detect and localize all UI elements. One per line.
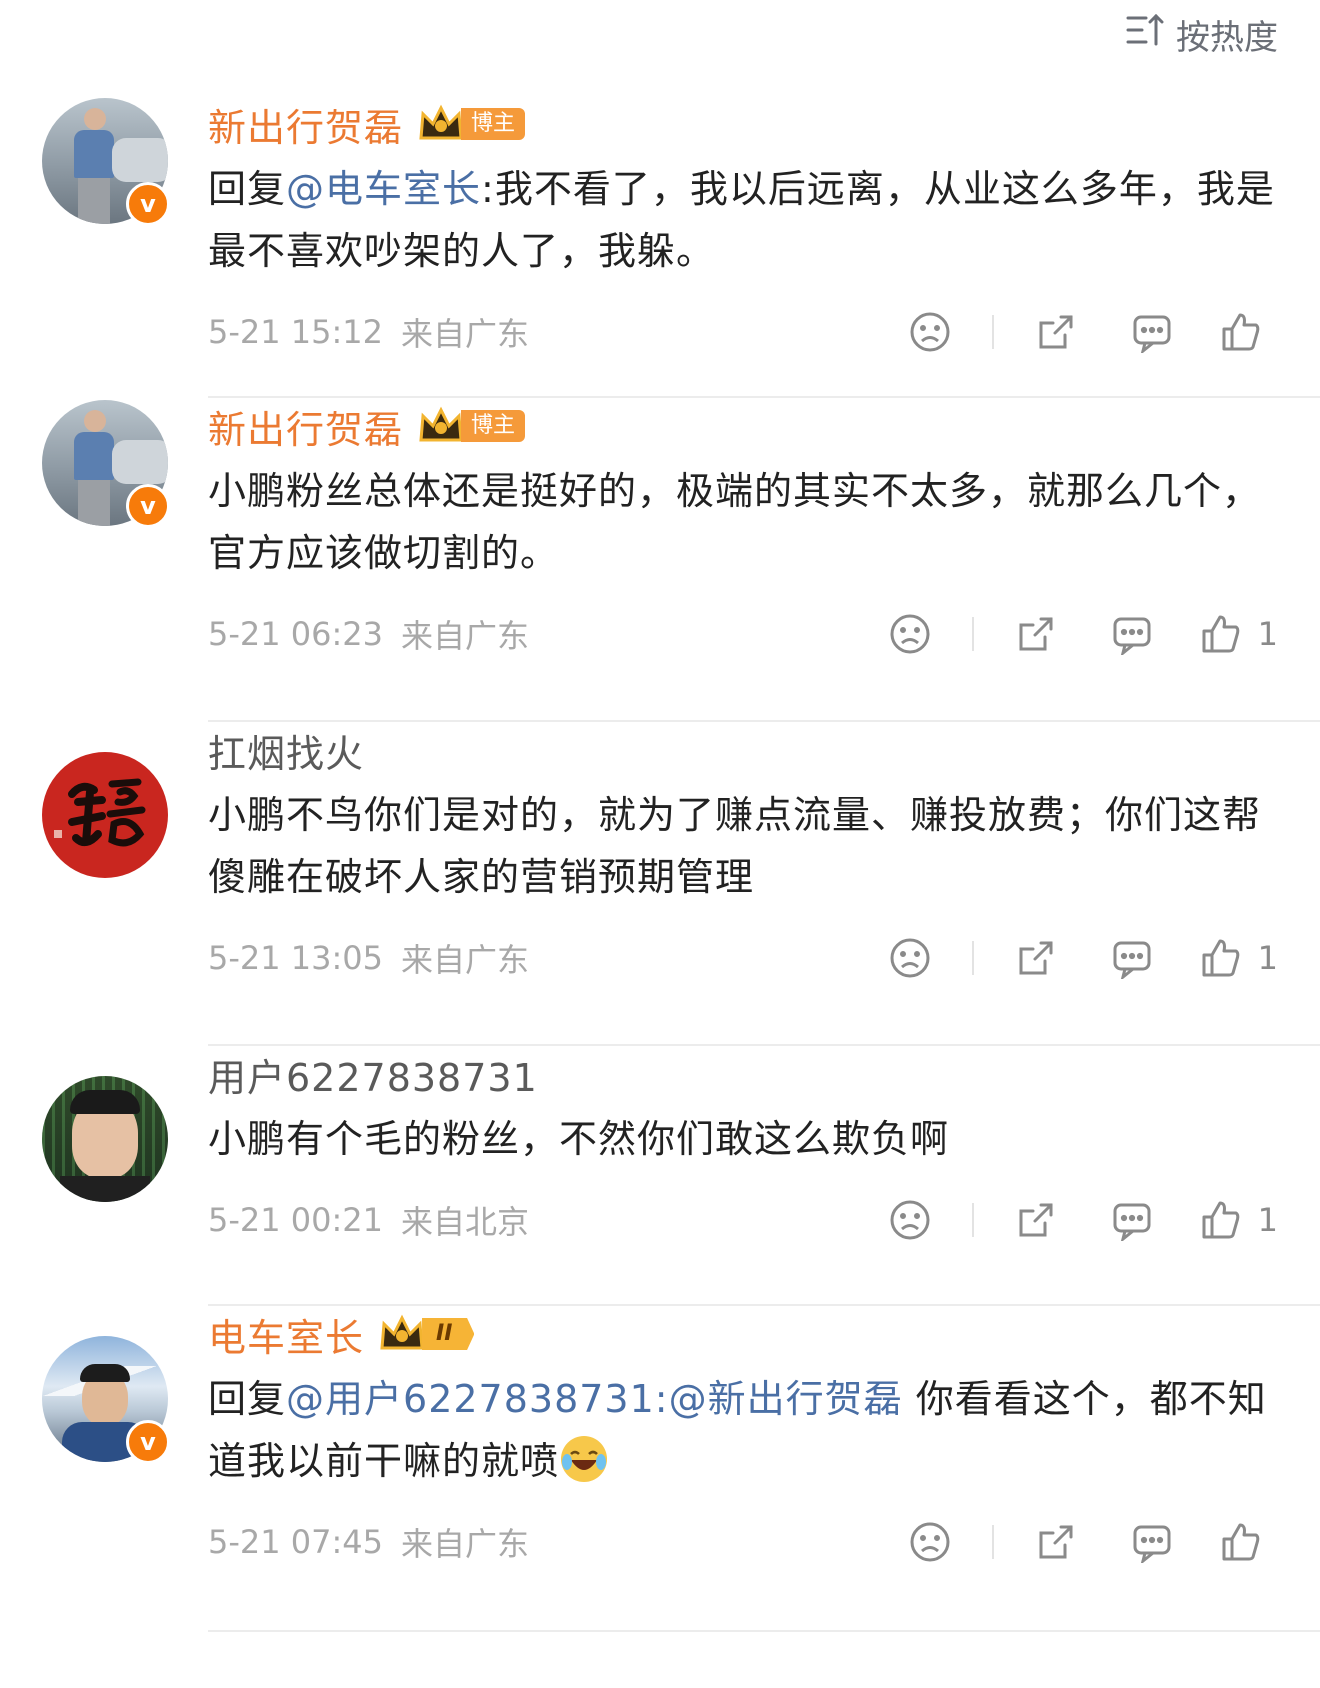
reply-icon[interactable] [1104, 928, 1160, 988]
dislike-icon[interactable] [902, 1512, 958, 1572]
comment-location: 来自广东 [401, 941, 530, 979]
reply-icon[interactable] [1124, 302, 1180, 362]
comment-location: 来自广东 [401, 1525, 530, 1563]
thumbs-up-icon [1202, 1201, 1239, 1239]
comment-location: 来自北京 [401, 1203, 530, 1241]
share-icon[interactable] [1028, 1512, 1084, 1572]
reply-icon[interactable] [1104, 1190, 1160, 1250]
thumbs-up-icon [1202, 615, 1239, 653]
comment-location: 来自广东 [401, 315, 530, 353]
mention-link[interactable]: @电车室长 [286, 167, 481, 211]
sort-label: 按热度 [1176, 17, 1278, 58]
mention-link[interactable]: @用户6227838731 [286, 1377, 655, 1421]
like-button[interactable]: 1 [1200, 604, 1278, 664]
comment-time: 5-21 07:45 [208, 1523, 384, 1561]
like-button[interactable] [1220, 302, 1278, 362]
dislike-icon[interactable] [902, 302, 958, 362]
crown-icon [380, 1314, 424, 1350]
sort-icon [1126, 12, 1164, 57]
reply-icon[interactable] [1124, 1512, 1180, 1572]
divider [971, 617, 974, 651]
username[interactable]: 新出行贺磊 [208, 399, 403, 454]
reply-icon[interactable] [1104, 604, 1160, 664]
verified-icon: v [126, 1420, 170, 1464]
thumbs-up-icon [1222, 1523, 1260, 1561]
divider [992, 315, 994, 349]
crown-icon [419, 104, 463, 140]
dislike-icon[interactable] [882, 604, 938, 664]
comment-time: 5-21 13:05 [208, 939, 384, 977]
share-icon[interactable] [1008, 1190, 1064, 1250]
like-button[interactable] [1220, 1512, 1278, 1572]
dislike-icon[interactable] [882, 928, 938, 988]
blogger-badge: 博主 [417, 104, 526, 144]
mention-link[interactable]: :@新出行贺磊 [655, 1377, 903, 1421]
like-button[interactable]: 1 [1200, 1190, 1278, 1250]
comment-time: 5-21 00:21 [208, 1201, 384, 1239]
dislike-icon[interactable] [882, 1190, 938, 1250]
avatar[interactable]: v [42, 1336, 170, 1464]
share-icon[interactable] [1028, 302, 1084, 362]
username[interactable]: 扛烟找火 [208, 723, 364, 778]
avatar[interactable] [42, 1076, 168, 1202]
level-badge: II [378, 1314, 475, 1354]
comment-time: 5-21 06:23 [208, 615, 384, 653]
avatar[interactable]: v [42, 400, 170, 528]
sort-by-hot-button[interactable]: 按热度 [1126, 12, 1278, 58]
avatar[interactable]: v [42, 98, 170, 226]
share-icon[interactable] [1008, 928, 1064, 988]
username[interactable]: 用户6227838731 [208, 1047, 538, 1102]
username[interactable]: 电车室长 [208, 1307, 364, 1362]
divider [208, 1630, 1320, 1632]
calligraphy-logo-icon [54, 778, 146, 847]
verified-icon: v [126, 484, 170, 528]
username[interactable]: 新出行贺磊 [208, 97, 403, 152]
divider [971, 1203, 974, 1237]
share-icon[interactable] [1008, 604, 1064, 664]
laughing-tears-emoji-icon [561, 1436, 608, 1482]
comment-location: 来自广东 [401, 617, 530, 655]
comment-text: 小鹏粉丝总体还是挺好的，极端的其实不太多，就那么几个，官方应该做切割的。 [208, 469, 1262, 575]
comment-text: 回复@电车室长:我不看了，我以后远离，从业这么多年，我是最不喜欢吵架的人了，我躲… [208, 167, 1275, 273]
verified-icon: v [126, 182, 170, 226]
thumbs-up-icon [1202, 939, 1239, 977]
crown-icon [419, 406, 463, 442]
thumbs-up-icon [1222, 313, 1260, 351]
comment-text: 小鹏有个毛的粉丝，不然你们敢这么欺负啊 [208, 1117, 950, 1161]
divider [992, 1525, 994, 1559]
comment-time: 5-21 15:12 [208, 313, 384, 351]
like-button[interactable]: 1 [1200, 928, 1278, 988]
comment-text: 小鹏不鸟你们是对的，就为了赚点流量、赚投放费；你们这帮傻雕在破坏人家的营销预期管… [208, 793, 1262, 899]
divider [971, 941, 974, 975]
blogger-badge: 博主 [417, 406, 526, 446]
avatar[interactable] [42, 752, 168, 878]
comment-text: 回复@用户6227838731:@新出行贺磊 你看看这个，都不知道我以前干嘛的就… [208, 1377, 1267, 1483]
